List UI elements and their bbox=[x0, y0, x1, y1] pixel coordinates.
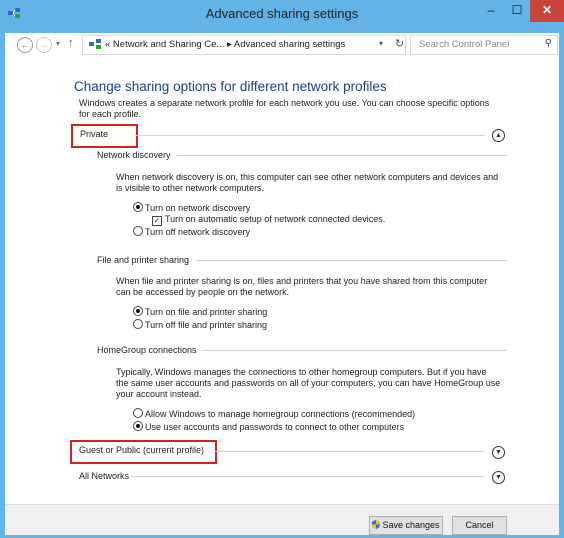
chevron-down-icon[interactable]: ▼ bbox=[492, 471, 505, 484]
radio-unselected-icon[interactable] bbox=[133, 319, 143, 329]
option-label: Turn on network discovery bbox=[145, 203, 251, 213]
radio-selected-icon[interactable] bbox=[133, 202, 143, 212]
divider bbox=[202, 350, 507, 351]
network-discovery-label: Network discovery bbox=[97, 150, 171, 160]
title-bar[interactable]: Advanced sharing settings – ☐ ✕ bbox=[0, 0, 564, 27]
chevron-down-icon[interactable]: ▼ bbox=[492, 446, 505, 459]
close-button[interactable]: ✕ bbox=[530, 0, 564, 22]
cancel-button[interactable]: Cancel bbox=[452, 516, 507, 535]
search-placeholder: Search Control Panel bbox=[419, 39, 510, 50]
radio-unselected-icon[interactable] bbox=[133, 408, 143, 418]
page-title: Change sharing options for different net… bbox=[74, 79, 387, 94]
file-sharing-off-radio[interactable]: Turn off file and printer sharing bbox=[133, 319, 267, 330]
homegroup-label: HomeGroup connections bbox=[97, 345, 197, 355]
window: Advanced sharing settings – ☐ ✕ ← → ▾ ↑ … bbox=[0, 0, 564, 538]
address-field[interactable]: « Network and Sharing Ce... ▸ Advanced s… bbox=[82, 35, 406, 55]
profile-private-label[interactable]: Private bbox=[80, 129, 108, 139]
forward-arrow-icon[interactable]: → bbox=[36, 37, 52, 53]
address-dropdown-icon[interactable]: ▾ bbox=[379, 39, 383, 48]
divider bbox=[135, 135, 485, 136]
profile-all-networks-label[interactable]: All Networks bbox=[79, 471, 129, 481]
option-label: Turn off network discovery bbox=[145, 227, 251, 237]
breadcrumb[interactable]: « Network and Sharing Ce... ▸ Advanced s… bbox=[105, 39, 345, 50]
homegroup-user-accounts-radio[interactable]: Use user accounts and passwords to conne… bbox=[133, 421, 404, 432]
file-sharing-text: When file and printer sharing is on, fil… bbox=[116, 276, 488, 297]
homegroup-allow-radio[interactable]: Allow Windows to manage homegroup connec… bbox=[133, 408, 415, 419]
network-discovery-text: When network discovery is on, this compu… bbox=[116, 172, 499, 193]
checkbox-checked-icon[interactable]: ✓ bbox=[152, 216, 162, 226]
profile-guest-public-label[interactable]: Guest or Public (current profile) bbox=[79, 445, 204, 455]
divider bbox=[196, 260, 507, 261]
navigation-bar: ← → ▾ ↑ « Network and Sharing Ce... ▸ Ad… bbox=[5, 33, 559, 57]
page-description: Windows creates a separate network profi… bbox=[79, 98, 490, 119]
back-arrow-icon[interactable]: ← bbox=[17, 37, 33, 53]
refresh-icon[interactable]: ↻ bbox=[395, 37, 404, 50]
chevron-up-icon[interactable]: ▲ bbox=[492, 129, 505, 142]
up-arrow-icon[interactable]: ↑ bbox=[68, 37, 74, 49]
save-button-label: Save changes bbox=[382, 520, 440, 530]
option-label: Use user accounts and passwords to conne… bbox=[145, 422, 405, 432]
option-label: Allow Windows to manage homegroup connec… bbox=[145, 409, 416, 419]
divider bbox=[215, 451, 485, 452]
search-input[interactable]: Search Control Panel ⚲ bbox=[410, 35, 558, 55]
search-icon[interactable]: ⚲ bbox=[545, 38, 552, 49]
divider bbox=[177, 155, 507, 156]
auto-setup-checkbox[interactable]: ✓ Turn on automatic setup of network conn… bbox=[152, 214, 385, 226]
option-label: Turn on file and printer sharing bbox=[145, 307, 268, 317]
file-sharing-on-radio[interactable]: Turn on file and printer sharing bbox=[133, 306, 267, 317]
option-label: Turn on automatic setup of network conne… bbox=[165, 214, 386, 224]
radio-selected-icon[interactable] bbox=[133, 421, 143, 431]
option-label: Turn off file and printer sharing bbox=[145, 320, 268, 330]
recent-locations-chevron-icon[interactable]: ▾ bbox=[56, 39, 60, 48]
divider bbox=[131, 476, 485, 477]
radio-unselected-icon[interactable] bbox=[133, 226, 143, 236]
radio-selected-icon[interactable] bbox=[133, 306, 143, 316]
file-sharing-label: File and printer sharing bbox=[97, 255, 190, 265]
network-discovery-on-radio[interactable]: Turn on network discovery bbox=[133, 202, 250, 213]
network-discovery-off-radio[interactable]: Turn off network discovery bbox=[133, 226, 250, 237]
maximize-button[interactable]: ☐ bbox=[504, 0, 530, 22]
save-changes-button[interactable]: Save changes bbox=[369, 516, 443, 535]
homegroup-text: Typically, Windows manages the connectio… bbox=[116, 367, 501, 399]
uac-shield-icon bbox=[372, 520, 381, 529]
network-icon bbox=[89, 39, 101, 49]
minimize-button[interactable]: – bbox=[478, 0, 504, 22]
